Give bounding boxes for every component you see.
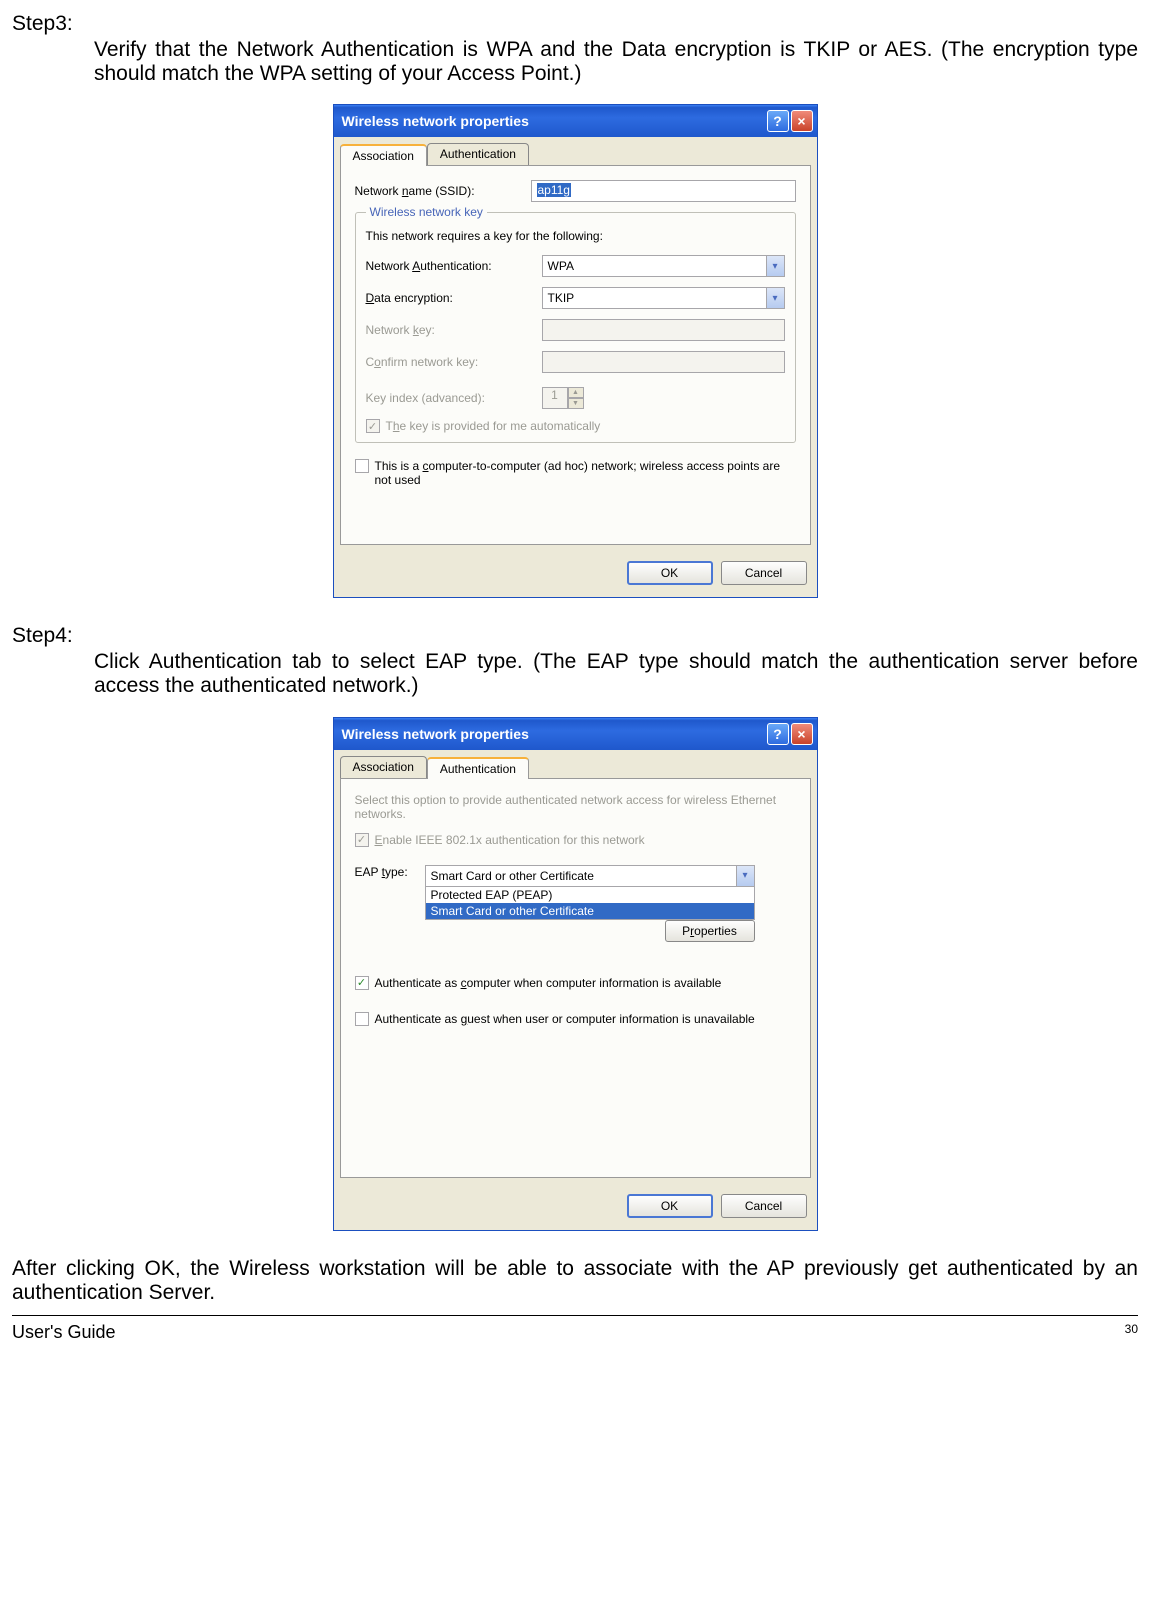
- help-button[interactable]: ?: [767, 110, 789, 132]
- eap-option-peap[interactable]: Protected EAP (PEAP): [426, 887, 754, 903]
- close-button[interactable]: ×: [791, 110, 813, 132]
- conclusion-text: After clicking OK, the Wireless workstat…: [12, 1257, 1138, 1305]
- auth-as-computer-label: Authenticate as computer when computer i…: [375, 976, 722, 990]
- confirmkey-label: Confirm network key:: [366, 355, 536, 369]
- dialog1-panel: Network name (SSID): ap11g Wireless netw…: [340, 165, 811, 545]
- properties-button[interactable]: Properties: [665, 920, 755, 942]
- chevron-down-icon: ▾: [766, 288, 784, 308]
- dialog1-wrap: Wireless network properties ? × Associat…: [12, 104, 1138, 598]
- cancel-button[interactable]: Cancel: [721, 1194, 807, 1218]
- adhoc-label: This is a computer-to-computer (ad hoc) …: [375, 459, 796, 488]
- netauth-label: Network Authentication:: [366, 259, 536, 273]
- auth-as-guest-label: Authenticate as guest when user or compu…: [375, 1012, 755, 1026]
- page-footer: User's Guide 30: [12, 1315, 1138, 1351]
- auth-as-guest-checkbox[interactable]: [355, 1012, 369, 1026]
- enable-8021x-label: Enable IEEE 802.1x authentication for th…: [375, 833, 645, 847]
- dataenc-select[interactable]: TKIP ▾: [542, 287, 785, 309]
- spinner-down-icon: ▼: [568, 398, 584, 409]
- keyidx-label: Key index (advanced):: [366, 391, 536, 405]
- ok-button[interactable]: OK: [627, 561, 713, 585]
- chevron-down-icon: ▾: [736, 866, 754, 886]
- ssid-input[interactable]: ap11g: [531, 180, 796, 202]
- dialog1-tabs: Association Authentication: [334, 137, 817, 165]
- spinner-up-icon: ▲: [568, 387, 584, 398]
- step4-body: Click Authentication tab to select EAP t…: [12, 650, 1138, 698]
- dialog2-titlebar: Wireless network properties ? ×: [334, 718, 817, 750]
- step3-body: Verify that the Network Authentication i…: [12, 38, 1138, 86]
- autokey-checkbox: ✓: [366, 419, 380, 433]
- chevron-down-icon: ▾: [766, 256, 784, 276]
- confirmkey-input: [542, 351, 785, 373]
- tab-authentication[interactable]: Authentication: [427, 143, 529, 165]
- step4-label: Step4:: [12, 624, 1138, 648]
- dialog2-tabs: Association Authentication: [334, 750, 817, 778]
- eaptype-select[interactable]: Smart Card or other Certificate ▾ Protec…: [425, 865, 755, 920]
- dialog2-panel: Select this option to provide authentica…: [340, 778, 811, 1178]
- cancel-button[interactable]: Cancel: [721, 561, 807, 585]
- netauth-select[interactable]: WPA ▾: [542, 255, 785, 277]
- eaptype-dropdown-list: Protected EAP (PEAP) Smart Card or other…: [426, 886, 754, 919]
- eap-option-smartcard[interactable]: Smart Card or other Certificate: [426, 903, 754, 919]
- adhoc-checkbox[interactable]: [355, 459, 369, 473]
- wireless-key-fieldset: Wireless network key This network requir…: [355, 212, 796, 442]
- step3-label: Step3:: [12, 12, 1138, 36]
- dialog1: Wireless network properties ? × Associat…: [333, 104, 818, 598]
- footer-title: User's Guide: [12, 1322, 115, 1343]
- dialog2-title: Wireless network properties: [342, 726, 529, 742]
- dialog1-titlebar: Wireless network properties ? ×: [334, 105, 817, 137]
- page-number: 30: [1125, 1322, 1138, 1343]
- netkey-input: [542, 319, 785, 341]
- enable-8021x-checkbox: ✓: [355, 833, 369, 847]
- autokey-label: The key is provided for me automatically: [386, 419, 601, 433]
- auth-as-computer-checkbox[interactable]: ✓: [355, 976, 369, 990]
- netkey-label: Network key:: [366, 323, 536, 337]
- ssid-label: Network name (SSID):: [355, 184, 525, 198]
- auth-desc: Select this option to provide authentica…: [355, 793, 796, 821]
- ok-button[interactable]: OK: [627, 1194, 713, 1218]
- dialog2-wrap: Wireless network properties ? × Associat…: [12, 717, 1138, 1231]
- dialog2: Wireless network properties ? × Associat…: [333, 717, 818, 1231]
- dialog1-title: Wireless network properties: [342, 113, 529, 129]
- key-desc: This network requires a key for the foll…: [366, 229, 785, 243]
- tab-association[interactable]: Association: [340, 144, 427, 166]
- fieldset-legend: Wireless network key: [366, 205, 487, 219]
- tab-association[interactable]: Association: [340, 756, 427, 778]
- dataenc-label: Data encryption:: [366, 291, 536, 305]
- tab-authentication[interactable]: Authentication: [427, 757, 529, 779]
- eaptype-label: EAP type:: [355, 865, 415, 879]
- close-button[interactable]: ×: [791, 723, 813, 745]
- help-button[interactable]: ?: [767, 723, 789, 745]
- keyidx-spinner: 1 ▲ ▼: [542, 387, 584, 409]
